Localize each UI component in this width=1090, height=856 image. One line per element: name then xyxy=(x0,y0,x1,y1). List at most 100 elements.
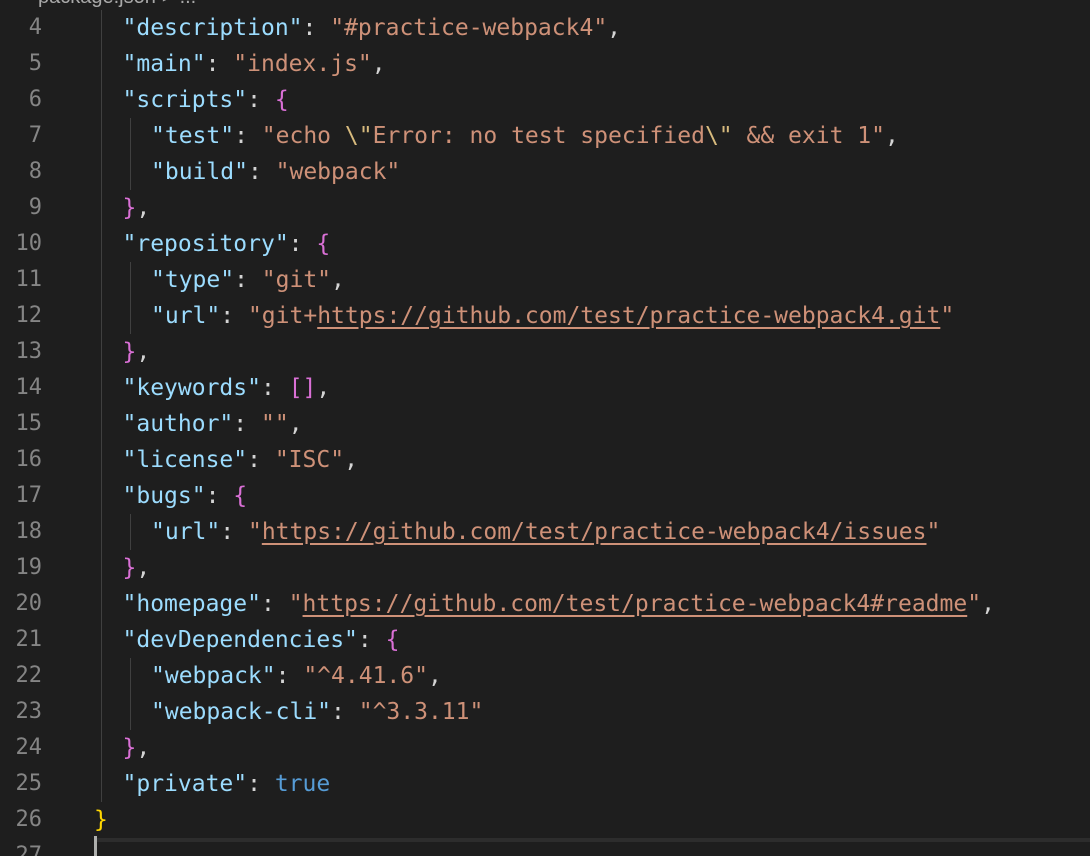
breadcrumb-file[interactable]: package.json xyxy=(38,0,156,8)
code-token: : xyxy=(233,411,261,437)
code-token: : xyxy=(205,483,234,509)
code-text[interactable]: "scripts": { xyxy=(123,82,289,118)
line-number: 5 xyxy=(28,51,42,76)
breadcrumb[interactable]: package.json >... xyxy=(38,0,196,8)
code-token: "webpack" xyxy=(275,159,401,185)
code-line[interactable]: 16 "license": "ISC", xyxy=(0,442,1090,478)
code-token: , xyxy=(136,339,151,365)
indent-guide xyxy=(101,334,102,370)
code-text[interactable]: "main": "index.js", xyxy=(123,46,386,82)
indent-guide xyxy=(101,442,102,478)
code-line[interactable]: 17 "bugs": { xyxy=(0,478,1090,514)
indent-guide xyxy=(101,298,102,334)
indent-guide xyxy=(101,658,102,694)
code-line[interactable]: 14 "keywords": [], xyxy=(0,370,1090,406)
code-token: : xyxy=(234,267,262,293)
code-text[interactable]: }, xyxy=(123,550,151,586)
code-token: "private" xyxy=(122,771,248,797)
code-line[interactable]: 9}, xyxy=(0,190,1090,226)
code-token: Error: no test specified xyxy=(372,123,705,149)
code-token: "git" xyxy=(261,267,332,293)
code-line[interactable]: 18 "url": "https://github.com/test/practi… xyxy=(0,514,1090,550)
code-token: : xyxy=(220,519,248,545)
code-text[interactable]: }, xyxy=(123,334,151,370)
code-line[interactable]: 20 "homepage": "https://github.com/test/p… xyxy=(0,586,1090,622)
code-line[interactable]: 6 "scripts": { xyxy=(0,82,1090,118)
code-text[interactable]: "private": true xyxy=(123,766,331,802)
indent-guide xyxy=(101,514,102,550)
code-line[interactable]: 24}, xyxy=(0,730,1090,766)
code-text[interactable]: "webpack-cli": "^3.3.11" xyxy=(151,694,483,730)
code-token: " xyxy=(967,591,982,617)
indent-guide xyxy=(129,154,131,190)
code-token: "homepage" xyxy=(122,591,261,617)
code-token: "main" xyxy=(122,51,206,77)
line-number: 15 xyxy=(15,411,43,436)
code-token: , xyxy=(607,15,622,41)
code-line[interactable]: 5 "main": "index.js", xyxy=(0,46,1090,82)
code-token: , xyxy=(981,591,995,617)
code-token: , xyxy=(136,735,151,761)
code-text[interactable]: } xyxy=(94,802,108,838)
indent-guide xyxy=(101,154,102,190)
code-token: "echo xyxy=(261,123,345,149)
code-token: https://github.com/test/practice-webpack… xyxy=(261,519,927,545)
code-text[interactable]: }, xyxy=(123,730,151,766)
code-text[interactable]: "test": "echo \"Error: no test specified… xyxy=(151,118,899,154)
line-number: 6 xyxy=(28,87,42,112)
code-token: } xyxy=(122,339,137,365)
code-text[interactable]: "devDependencies": { xyxy=(123,622,400,658)
code-token: "bugs" xyxy=(122,483,206,509)
code-editor[interactable]: package.json >... 4 "description": "#pract… xyxy=(0,0,1090,856)
code-line[interactable]: 12 "url": "git+https://github.com/test/pr… xyxy=(0,298,1090,334)
code-line[interactable]: 8 "build": "webpack" xyxy=(0,154,1090,190)
breadcrumb-more[interactable]: ... xyxy=(180,0,197,8)
code-text[interactable]: "keywords": [], xyxy=(123,370,331,406)
code-text[interactable]: "webpack": "^4.41.6", xyxy=(151,658,442,694)
code-text[interactable]: "repository": { xyxy=(123,226,331,262)
line-number: 26 xyxy=(15,807,43,832)
code-text[interactable]: "url": "https://github.com/test/practice… xyxy=(151,514,940,550)
indent-guide xyxy=(101,262,102,298)
code-token: : xyxy=(260,591,289,617)
code-token: "description" xyxy=(122,15,303,41)
code-token: [] xyxy=(288,375,317,401)
code-token: , xyxy=(136,555,151,581)
code-line[interactable]: 15 "author": "", xyxy=(0,406,1090,442)
code-token: " xyxy=(940,303,955,329)
code-line[interactable]: 10 "repository": { xyxy=(0,226,1090,262)
code-token: : xyxy=(288,231,317,257)
code-token: : xyxy=(331,699,359,725)
code-line[interactable]: 7 "test": "echo \"Error: no test specifie… xyxy=(0,118,1090,154)
code-token: " xyxy=(288,591,303,617)
line-number: 20 xyxy=(15,591,43,616)
code-line[interactable]: 13}, xyxy=(0,334,1090,370)
code-line[interactable]: 22 "webpack": "^4.41.6", xyxy=(0,658,1090,694)
horizontal-scrollbar[interactable] xyxy=(94,838,1090,842)
code-text[interactable]: "author": "", xyxy=(123,406,303,442)
code-line[interactable]: 11 "type": "git", xyxy=(0,262,1090,298)
code-token: "webpack-cli" xyxy=(151,699,332,725)
code-token: "index.js" xyxy=(233,51,372,77)
code-line[interactable]: 25 "private": true xyxy=(0,766,1090,802)
code-text[interactable]: "license": "ISC", xyxy=(123,442,358,478)
code-text[interactable]: "type": "git", xyxy=(151,262,345,298)
code-text[interactable]: "build": "webpack" xyxy=(151,154,400,190)
code-text[interactable]: "bugs": { xyxy=(123,478,248,514)
code-text[interactable]: "description": "#practice-webpack4", xyxy=(123,10,622,46)
code-text[interactable]: "url": "git+https://github.com/test/prac… xyxy=(151,298,954,334)
code-text[interactable]: "homepage": "https://github.com/test/pra… xyxy=(123,586,995,622)
code-token: "keywords" xyxy=(122,375,261,401)
code-line[interactable]: 26} xyxy=(0,802,1090,838)
code-line[interactable]: 19}, xyxy=(0,550,1090,586)
line-number: 23 xyxy=(15,699,43,724)
code-line[interactable]: 21 "devDependencies": { xyxy=(0,622,1090,658)
indent-guide xyxy=(101,370,102,406)
indent-guide xyxy=(101,766,102,802)
code-token: , xyxy=(884,123,899,149)
code-token: , xyxy=(371,51,386,77)
code-token: : xyxy=(247,87,275,113)
code-line[interactable]: 23 "webpack-cli": "^3.3.11" xyxy=(0,694,1090,730)
code-line[interactable]: 4 "description": "#practice-webpack4", xyxy=(0,10,1090,46)
code-text[interactable]: }, xyxy=(123,190,151,226)
